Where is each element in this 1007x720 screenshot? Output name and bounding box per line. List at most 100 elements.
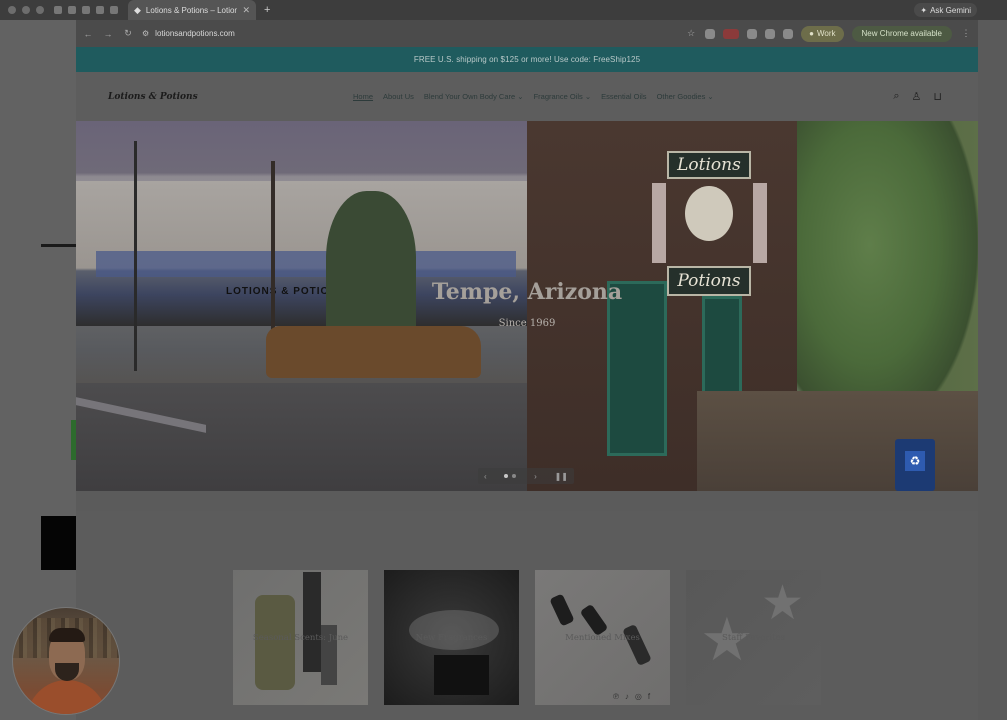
dropper-bottle-shape: [622, 623, 652, 667]
address-toolbar: ← → ↻ ⚙ lotionsandpotions.com ☆ ● Work N…: [76, 20, 978, 47]
nav-about-us[interactable]: About Us: [383, 92, 414, 101]
urn-ornament: [685, 186, 733, 241]
promo-text: FREE U.S. shipping on $125 or more! Use …: [413, 55, 641, 64]
diamond-favicon-icon: ◆: [134, 4, 141, 15]
pinned-tabs: [54, 6, 118, 14]
webcam-overlay[interactable]: [12, 607, 120, 715]
background-right-window: [977, 20, 1007, 720]
hero-subtitle: Since 1969: [498, 318, 556, 329]
active-tab[interactable]: ◆ Lotions & Potions – Lotions & ✕: [128, 0, 256, 20]
youtube-extension-icon[interactable]: [723, 28, 740, 39]
ask-gemini-button[interactable]: ✦ Ask Gemini: [914, 3, 977, 17]
cart-icon[interactable]: ⊔: [933, 90, 942, 103]
new-tab-button[interactable]: +: [264, 4, 270, 16]
chevron-right-icon[interactable]: ›: [534, 472, 537, 481]
chevron-left-icon[interactable]: ‹: [484, 472, 487, 481]
street-lamp-pole: [134, 141, 137, 371]
pinterest-icon[interactable]: ℗: [613, 692, 619, 701]
search-icon[interactable]: ⌕: [893, 90, 899, 103]
extensions-area: [705, 28, 794, 39]
pause-icon[interactable]: ❚❚: [555, 472, 568, 481]
collection-label: New Fragrances: [415, 632, 488, 643]
pinned-tab-icon[interactable]: [110, 6, 118, 14]
bottle-shape: [303, 572, 321, 672]
recycle-icon: ♻: [905, 451, 925, 471]
background-divider: [41, 244, 77, 247]
pinned-tab-icon[interactable]: [54, 6, 62, 14]
sparkle-icon: ✦: [920, 5, 928, 15]
street-trees: [797, 121, 978, 431]
extension-icon[interactable]: [783, 28, 794, 39]
close-tab-icon[interactable]: ✕: [242, 5, 250, 16]
browser-window: ← → ↻ ⚙ lotionsandpotions.com ☆ ● Work N…: [76, 20, 978, 720]
site-header: Lotions & Potions Home About Us Blend Yo…: [76, 72, 978, 121]
extension-icon[interactable]: [765, 28, 776, 39]
extension-icon[interactable]: [747, 28, 758, 39]
collection-grid: Seasonal Scents: June New Fragrances Men…: [76, 511, 978, 720]
tiktok-icon[interactable]: ♪: [625, 692, 629, 701]
promo-banner[interactable]: FREE U.S. shipping on $125 or more! Use …: [76, 47, 978, 72]
background-dark-block: [41, 516, 77, 570]
menu-kebab-icon[interactable]: ⋮: [960, 28, 972, 39]
site-settings-icon[interactable]: ⚙: [142, 29, 149, 38]
url-text: lotionsandpotions.com: [155, 29, 235, 38]
person-body: [27, 680, 107, 714]
collection-card-seasonal[interactable]: Seasonal Scents: June: [233, 570, 368, 705]
nav-home[interactable]: Home: [353, 92, 373, 101]
pinned-tab-icon[interactable]: [82, 6, 90, 14]
collection-card-staff-favorites[interactable]: ★ ★ Staff Favorites: [686, 570, 821, 705]
hero-image-current-store: Lotions Potions ♻: [527, 121, 978, 491]
profile-work-button[interactable]: ● Work: [801, 25, 844, 42]
collection-card-mentioned-mixes[interactable]: Mentioned Mixes ℗ ♪ ◎ f: [535, 570, 670, 705]
nav-blend-your-own[interactable]: Blend Your Own Body Care ⌄: [424, 92, 524, 101]
collection-label: Mentioned Mixes: [565, 632, 640, 643]
ask-gemini-label: Ask Gemini: [930, 5, 971, 15]
nav-fragrance-oils[interactable]: Fragrance Oils ⌄: [534, 92, 592, 101]
close-window-button[interactable]: [8, 6, 16, 14]
mist-shape: [409, 610, 499, 650]
forward-arrow-icon[interactable]: →: [102, 29, 114, 39]
address-bar[interactable]: ⚙ lotionsandpotions.com: [142, 29, 677, 38]
instagram-icon[interactable]: ◎: [635, 692, 642, 701]
window-controls: [8, 6, 44, 14]
dropper-bottle-shape: [579, 603, 609, 637]
bookmark-star-icon[interactable]: ☆: [685, 28, 697, 39]
main-navigation: Home About Us Blend Your Own Body Care ⌄…: [353, 72, 714, 121]
pinned-tab-icon[interactable]: [68, 6, 76, 14]
nav-essential-oils[interactable]: Essential Oils: [601, 92, 646, 101]
tab-title: Lotions & Potions – Lotions &: [145, 5, 238, 15]
road-shape: [76, 383, 527, 491]
hero-slideshow: LOTIONS & POTIONS Lotions Potions ♻ Temp…: [76, 121, 978, 491]
social-links: ℗ ♪ ◎ f: [613, 692, 650, 701]
header-actions: ⌕ ♙ ⊔: [893, 72, 942, 121]
slide-dots: [504, 474, 517, 478]
store-sign-top: Lotions: [667, 151, 751, 179]
station-wagon-car: [266, 326, 481, 378]
reload-icon[interactable]: ↻: [122, 28, 134, 39]
chrome-update-button[interactable]: New Chrome available: [851, 25, 952, 42]
zoom-window-button[interactable]: [36, 6, 44, 14]
browser-tab-bar: ◆ Lotions & Potions – Lotions & ✕ + ✦ As…: [0, 0, 1007, 20]
slide-dot[interactable]: [504, 474, 509, 478]
pinned-tab-icon[interactable]: [96, 6, 104, 14]
collection-card-new-fragrances[interactable]: New Fragrances: [384, 570, 519, 705]
store-awning: [96, 251, 516, 277]
account-icon[interactable]: ♙: [912, 90, 922, 103]
back-arrow-icon[interactable]: ←: [82, 29, 94, 39]
sidewalk: [697, 391, 978, 491]
extension-icon[interactable]: [705, 28, 716, 39]
minimize-window-button[interactable]: [22, 6, 30, 14]
site-logo[interactable]: Lotions & Potions: [108, 92, 198, 102]
facebook-icon[interactable]: f: [648, 692, 650, 701]
slide-dot[interactable]: [512, 474, 517, 478]
box-shape: [434, 655, 489, 695]
nav-other-goodies[interactable]: Other Goodies ⌄: [657, 92, 714, 101]
hero-title: Tempe, Arizona: [431, 279, 623, 305]
collection-label: Seasonal Scents: June: [252, 632, 349, 643]
update-label: New Chrome available: [861, 29, 942, 38]
avatar-icon: ●: [809, 29, 814, 38]
collection-label: Staff Favorites: [722, 632, 785, 643]
person-hair: [49, 628, 85, 642]
storefront-door: [607, 281, 667, 456]
star-decoration-icon: ★: [761, 577, 805, 630]
